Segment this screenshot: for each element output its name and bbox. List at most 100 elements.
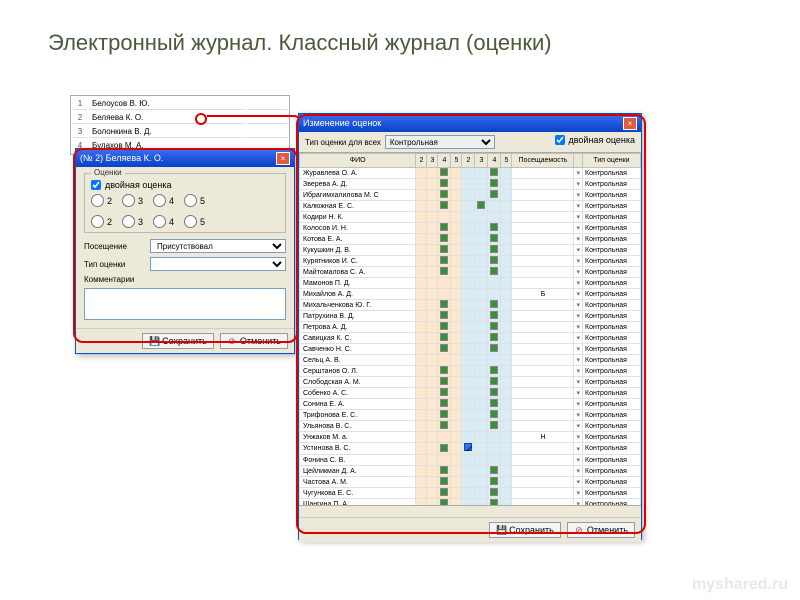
grade-cell[interactable] [438, 410, 451, 421]
grade-cell[interactable] [416, 278, 427, 289]
attendance-cell[interactable] [512, 388, 574, 399]
grade-cell[interactable] [462, 278, 475, 289]
grade-cell[interactable] [451, 455, 462, 466]
grid-row[interactable]: Колосов И. Н.▾Контрольная [300, 223, 641, 234]
type-cell[interactable]: Контрольная [583, 488, 641, 499]
grade-cell[interactable] [462, 366, 475, 377]
attendance-cell[interactable] [512, 477, 574, 488]
attendance-cell[interactable]: Н [512, 432, 574, 443]
grade-cell[interactable] [438, 245, 451, 256]
grade-cell[interactable] [462, 344, 475, 355]
grade-cell[interactable] [451, 344, 462, 355]
grade-cell[interactable] [462, 234, 475, 245]
dropdown-icon[interactable]: ▾ [574, 443, 583, 455]
dropdown-icon[interactable]: ▾ [574, 179, 583, 190]
grade-cell[interactable] [488, 278, 501, 289]
grade-cell[interactable] [438, 278, 451, 289]
grade-cell[interactable] [488, 201, 501, 212]
grade-cell[interactable] [501, 455, 512, 466]
attendance-cell[interactable] [512, 488, 574, 499]
grid-row[interactable]: Унжаков М. а.Н▾Контрольная [300, 432, 641, 443]
type-cell[interactable]: Контрольная [583, 377, 641, 388]
grid-row[interactable]: Фонина С. В.▾Контрольная [300, 455, 641, 466]
grade-cell[interactable] [427, 256, 438, 267]
save-button[interactable]: 💾Сохранить [489, 522, 561, 538]
grade-cell[interactable] [416, 256, 427, 267]
type-cell[interactable]: Контрольная [583, 300, 641, 311]
grade-cell[interactable] [427, 267, 438, 278]
grade-cell[interactable] [438, 399, 451, 410]
grade-cell[interactable] [462, 322, 475, 333]
grade-cell[interactable] [462, 388, 475, 399]
dropdown-icon[interactable]: ▾ [574, 190, 583, 201]
grade-cell[interactable] [488, 410, 501, 421]
grade-cell[interactable] [427, 300, 438, 311]
dropdown-icon[interactable]: ▾ [574, 455, 583, 466]
grade-cell[interactable] [416, 377, 427, 388]
grade-cell[interactable] [427, 322, 438, 333]
grade-cell[interactable] [488, 377, 501, 388]
grade-cell[interactable] [501, 344, 512, 355]
titlebar[interactable]: Изменение оценок × [299, 114, 641, 132]
col-grade-2[interactable]: 2 [462, 154, 475, 168]
grade-cell[interactable] [462, 432, 475, 443]
grade-cell[interactable] [462, 421, 475, 432]
type-cell[interactable]: Контрольная [583, 190, 641, 201]
grade-cell[interactable] [462, 168, 475, 179]
type-cell[interactable]: Контрольная [583, 344, 641, 355]
attendance-cell[interactable] [512, 344, 574, 355]
close-icon[interactable]: × [623, 117, 637, 130]
grade-cell[interactable] [462, 300, 475, 311]
grade-grid[interactable]: ФИО23452345ПосещаемостьТип оценки Журавл… [299, 152, 641, 505]
type-cell[interactable]: Контрольная [583, 421, 641, 432]
grade-cell[interactable] [451, 289, 462, 300]
grade-cell[interactable] [501, 399, 512, 410]
grade-cell[interactable] [416, 477, 427, 488]
type-cell[interactable]: Контрольная [583, 455, 641, 466]
grade-cell[interactable] [427, 388, 438, 399]
dropdown-icon[interactable]: ▾ [574, 355, 583, 366]
grid-row[interactable]: Цейликман Д. А.▾Контрольная [300, 466, 641, 477]
grade-cell[interactable] [451, 267, 462, 278]
grid-row[interactable]: Кукушкин Д. В.▾Контрольная [300, 245, 641, 256]
grade-cell[interactable] [438, 300, 451, 311]
grid-row[interactable]: Савицкая К. С.▾Контрольная [300, 333, 641, 344]
grade-cell[interactable] [438, 179, 451, 190]
grade-cell[interactable] [451, 300, 462, 311]
grade-cell[interactable] [451, 234, 462, 245]
grade-cell[interactable] [451, 355, 462, 366]
grade-cell[interactable] [416, 366, 427, 377]
grade-cell[interactable] [438, 333, 451, 344]
grade-cell[interactable] [416, 443, 427, 455]
grade-cell[interactable] [488, 256, 501, 267]
grade-cell[interactable] [475, 344, 488, 355]
grade-cell[interactable] [451, 388, 462, 399]
grade-cell[interactable] [501, 466, 512, 477]
dropdown-icon[interactable]: ▾ [574, 344, 583, 355]
grade-cell[interactable] [501, 488, 512, 499]
grade-cell[interactable] [427, 234, 438, 245]
dropdown-icon[interactable]: ▾ [574, 466, 583, 477]
grade-cell[interactable] [416, 432, 427, 443]
grade-cell[interactable] [438, 355, 451, 366]
col-type[interactable]: Тип оценки [583, 154, 641, 168]
col-grade-4[interactable]: 4 [438, 154, 451, 168]
grade-cell[interactable] [488, 388, 501, 399]
grade-cell[interactable] [501, 201, 512, 212]
grade-cell[interactable] [427, 443, 438, 455]
grade-cell[interactable] [438, 234, 451, 245]
attendance-cell[interactable] [512, 366, 574, 377]
type-cell[interactable]: Контрольная [583, 179, 641, 190]
grade-cell[interactable] [462, 477, 475, 488]
save-button[interactable]: 💾Сохранить [142, 333, 214, 349]
grade-cell[interactable] [462, 245, 475, 256]
grade-cell[interactable] [416, 234, 427, 245]
grade-cell[interactable] [475, 410, 488, 421]
grid-row[interactable]: Ульянова В. С.▾Контрольная [300, 421, 641, 432]
grade-cell[interactable] [488, 223, 501, 234]
col-grade-5[interactable]: 5 [501, 154, 512, 168]
grade-cell[interactable] [462, 311, 475, 322]
grade-cell[interactable] [438, 366, 451, 377]
grade-cell[interactable] [501, 179, 512, 190]
grade-cell[interactable] [427, 355, 438, 366]
